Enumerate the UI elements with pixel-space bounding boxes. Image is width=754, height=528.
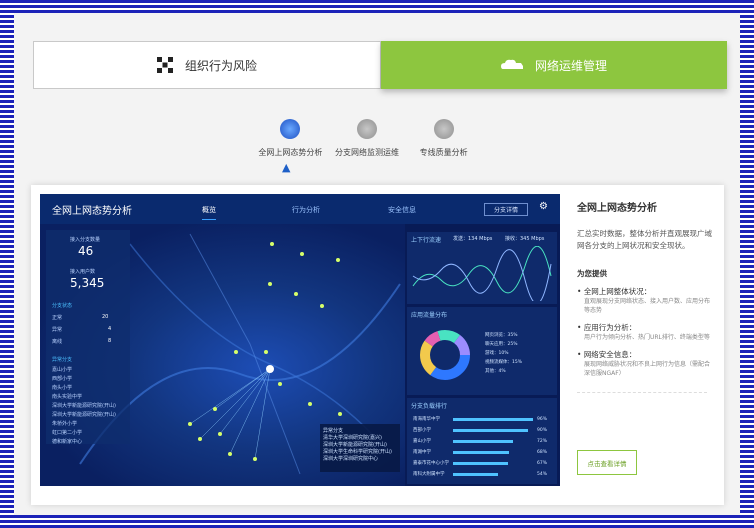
feature-item-sub: 直观展现分支网络状态、接入用户数、应用分布等态势: [584, 298, 711, 314]
list-item: 西部小学: [52, 376, 73, 382]
dashboard-preview: 全网上网态势分析 概览 行为分析 安全信息 分支详情 ⚙ 接入分支数量 46 接…: [40, 194, 560, 486]
load-name: 南湖中学: [413, 450, 431, 455]
list-item: 南头实验中学: [52, 394, 83, 400]
subtab-label: 全网上网态势分析: [258, 148, 323, 157]
list-item: 深圳大学新能源研究院(开山): [52, 403, 116, 409]
load-pct: 90%: [537, 428, 548, 433]
nav-security[interactable]: 安全信息: [388, 205, 416, 215]
app-item: 视频流媒体：15%: [485, 360, 523, 365]
down-label: 接收：345 Mbps: [505, 236, 545, 242]
app-item: 游戏：10%: [485, 351, 509, 356]
feature-title: 网络安全信息：: [583, 350, 637, 359]
load-title: 分支负载排行: [411, 403, 448, 410]
feature-item-sub: 展现网络威胁状况和不良上网行为信息（需配合深信服NGAF）: [584, 361, 711, 377]
branch-detail-button[interactable]: 分支详情: [484, 203, 528, 216]
provides-heading: 为您提供: [577, 269, 607, 278]
feature-title: 应用行为分析：: [583, 323, 637, 332]
feature-item-sub: 用户行为倾向分析、热门URL排行、终端类型等: [584, 334, 710, 341]
feature-card: 全网上网态势分析 概览 行为分析 安全信息 分支详情 ⚙ 接入分支数量 46 接…: [31, 185, 724, 505]
sub-tabs: 全网上网态势分析 分支网络监测运维 专线质量分析: [252, 119, 482, 158]
list-item: 嘉山小学: [52, 367, 73, 373]
globe-icon: [280, 119, 301, 139]
divider: [577, 392, 707, 393]
map-view: 接入分支数量 46 接入用户数 5,345 分支状态 正常 20 异常 4 离线…: [40, 224, 405, 486]
load-name: 南海南华中学: [413, 417, 440, 422]
status-value: 4: [108, 326, 112, 332]
feature-item-title: • 全网上网整体状况：: [577, 287, 652, 296]
description-panel: 全网上网态势分析 汇总实时数据，整体分析并直观展现广域网各分支的上网状况和安全现…: [577, 199, 712, 393]
list-item: 德和新家中心: [52, 439, 83, 445]
status-label: 离线: [52, 339, 63, 345]
subtab-line-quality[interactable]: 专线质量分析: [405, 119, 482, 158]
app-donut-chart: [420, 330, 470, 380]
map-legend: 异常分支 清华大学深圳研究院(嘉兴) 深圳大学新能源研究院(开山) 深圳大学生命…: [320, 424, 400, 472]
load-name: 嘉山小学: [413, 439, 431, 444]
list-item: 深圳大学新能源研究院(开山): [52, 412, 116, 418]
legend-item: 深圳大学新能源研究院(开山): [323, 442, 387, 448]
status-value: 8: [108, 338, 112, 344]
stats-panel: 接入分支数量 46 接入用户数 5,345 分支状态 正常 20 异常 4 离线…: [46, 230, 130, 445]
branches-value: 46: [78, 244, 94, 258]
load-name: 西部小学: [413, 428, 431, 433]
legend-item: 深圳大学生命科学研究院(开山): [323, 449, 392, 455]
status-label: 正常: [52, 315, 63, 321]
traffic-panel: 上下行流速 发送：134 Mbps 接收：345 Mbps: [407, 232, 557, 304]
network-nodes-icon: [156, 57, 173, 73]
abnormal-title: 异常分支: [52, 357, 73, 363]
description-intro: 汇总实时数据，整体分析并直观展现广域网各分支的上网状况和安全现状。: [577, 229, 712, 250]
tab-label: 组织行为风险: [184, 58, 257, 73]
users-value: 5,345: [70, 276, 105, 290]
legend-item: 深圳大学深圳研究院中心: [323, 456, 379, 462]
load-name: 嘉泰市花中心小学: [413, 461, 449, 466]
nodes-icon: [357, 119, 377, 139]
nav-behavior[interactable]: 行为分析: [292, 205, 320, 215]
status-title: 分支状态: [52, 303, 73, 309]
users-label: 接入用户数: [70, 269, 96, 275]
feature-title: 全网上网整体状况：: [583, 287, 652, 296]
gear-icon[interactable]: ⚙: [539, 201, 548, 212]
load-rank-panel: 分支负载排行 南海南华中学 96% 西部小学 90% 嘉山小学 72% 南湖中学 68%…: [407, 398, 557, 484]
subtab-overview[interactable]: 全网上网态势分析: [252, 119, 329, 158]
tab-label: 网络运维管理: [534, 58, 607, 73]
nav-overview[interactable]: 概览: [202, 205, 216, 220]
app-item: 网页浏览：35%: [485, 333, 518, 338]
active-indicator-icon: ▲: [282, 161, 291, 174]
list-item: 虹口第二小学: [52, 430, 83, 436]
load-pct: 67%: [537, 461, 548, 466]
tab-org-behavior-risk[interactable]: 组织行为风险: [33, 41, 381, 89]
subtab-branch-monitor[interactable]: 分支网络监测运维: [329, 119, 406, 158]
page: 组织行为风险 网络运维管理 全网上网态势分析 分支网络监测运维 专线质量分析 ▲…: [14, 13, 740, 515]
load-name: 南科大附属中学: [413, 472, 445, 477]
traffic-line-chart: [412, 246, 552, 301]
legend-item: 清华大学深圳研究院(嘉兴): [323, 435, 382, 441]
feature-item-title: • 网络安全信息：: [577, 350, 637, 359]
view-details-button[interactable]: 点击查看详情: [577, 450, 637, 475]
right-panels: 上下行流速 发送：134 Mbps 接收：345 Mbps 应用流量分布 网页浏…: [407, 232, 557, 486]
load-pct: 54%: [537, 472, 548, 477]
load-pct: 72%: [537, 439, 548, 444]
feature-item-title: • 应用行为分析：: [577, 323, 637, 332]
dashboard-title: 全网上网态势分析: [52, 205, 132, 217]
up-label: 发送：134 Mbps: [453, 236, 493, 242]
load-pct: 96%: [537, 417, 548, 422]
legend-title: 异常分支: [323, 428, 344, 434]
status-value: 20: [102, 314, 109, 320]
description-title: 全网上网态势分析: [577, 203, 657, 214]
top-tabs: 组织行为风险 网络运维管理: [33, 41, 727, 89]
subtab-label: 分支网络监测运维: [335, 148, 399, 157]
cloud-icon: [433, 119, 454, 139]
subtab-label: 专线质量分析: [419, 148, 468, 157]
app-item: 其他：4%: [485, 369, 506, 374]
load-pct: 68%: [537, 450, 548, 455]
app-title: 应用流量分布: [411, 312, 448, 319]
app-traffic-panel: 应用流量分布 网页浏览：35% 聊天应用：25% 游戏：10% 视频流媒体：15…: [407, 307, 557, 395]
tab-network-ops[interactable]: 网络运维管理: [381, 41, 727, 89]
list-item: 朱桥外小学: [52, 421, 78, 427]
cloud-truck-icon: [500, 59, 523, 69]
status-label: 异常: [52, 327, 63, 333]
branches-label: 接入分支数量: [70, 237, 101, 243]
list-item: 南头小学: [52, 385, 73, 391]
app-item: 聊天应用：25%: [485, 342, 518, 347]
